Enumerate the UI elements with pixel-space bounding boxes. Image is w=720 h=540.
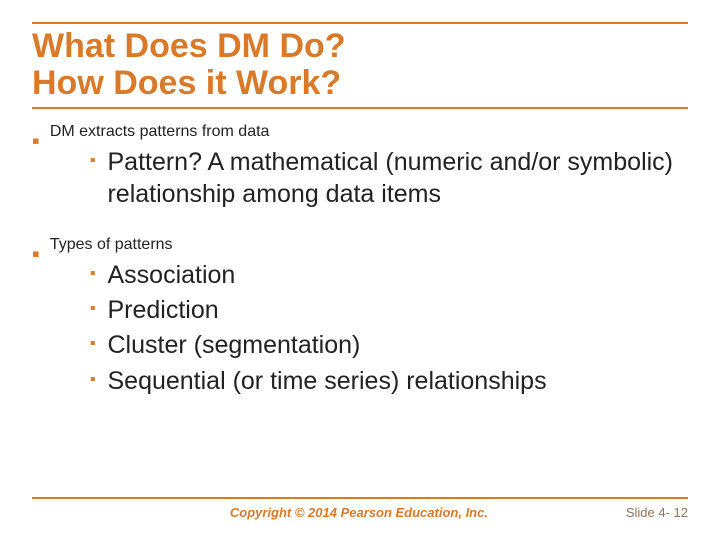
list-item: ▪ DM extracts patterns from data ▪ Patte…	[32, 123, 688, 214]
bullet-list-level-1: ▪ DM extracts patterns from data ▪ Patte…	[32, 123, 688, 401]
square-bullet-icon: ▪	[32, 241, 40, 267]
bullet-text: Types of patterns	[50, 236, 688, 254]
footer-row: Copyright © 2014 Pearson Education, Inc.…	[32, 505, 688, 520]
square-bullet-icon: ▪	[32, 128, 40, 154]
bullet-text: Association	[107, 260, 235, 291]
bullet-text: DM extracts patterns from data	[50, 123, 688, 141]
bullet-text: Prediction	[107, 295, 218, 326]
list-item: ▪ Association	[90, 260, 688, 291]
list-item: ▪ Prediction	[90, 295, 688, 326]
list-item: ▪ Pattern? A mathematical (numeric and/o…	[90, 147, 688, 210]
bullet-list-level-2: ▪ Pattern? A mathematical (numeric and/o…	[90, 147, 688, 210]
content-body: ▪ DM extracts patterns from data ▪ Patte…	[32, 109, 688, 401]
list-item: ▪ Types of patterns ▪ Association ▪ Pred…	[32, 236, 688, 401]
list-item: ▪ Cluster (segmentation)	[90, 330, 688, 361]
footer-rule	[32, 497, 688, 499]
slide-footer: Copyright © 2014 Pearson Education, Inc.…	[32, 497, 688, 520]
slide: What Does DM Do? How Does it Work? ▪ DM …	[0, 0, 720, 540]
title-line-1: What Does DM Do?	[32, 27, 346, 65]
copyright-text: Copyright © 2014 Pearson Education, Inc.	[92, 505, 626, 520]
title-line-2: How Does it Work?	[32, 64, 341, 102]
slide-title: What Does DM Do? How Does it Work?	[32, 24, 688, 107]
bullet-text: Sequential (or time series) relationship…	[107, 366, 546, 397]
square-bullet-icon: ▪	[90, 300, 96, 318]
square-bullet-icon: ▪	[90, 152, 96, 170]
bullet-list-level-2: ▪ Association ▪ Prediction ▪ Cluster (se…	[90, 260, 688, 397]
square-bullet-icon: ▪	[90, 265, 96, 283]
bullet-text: Pattern? A mathematical (numeric and/or …	[107, 147, 688, 210]
square-bullet-icon: ▪	[90, 371, 96, 389]
bullet-text: Cluster (segmentation)	[107, 330, 360, 361]
square-bullet-icon: ▪	[90, 335, 96, 353]
list-item: ▪ Sequential (or time series) relationsh…	[90, 366, 688, 397]
slide-number: Slide 4- 12	[626, 505, 688, 520]
